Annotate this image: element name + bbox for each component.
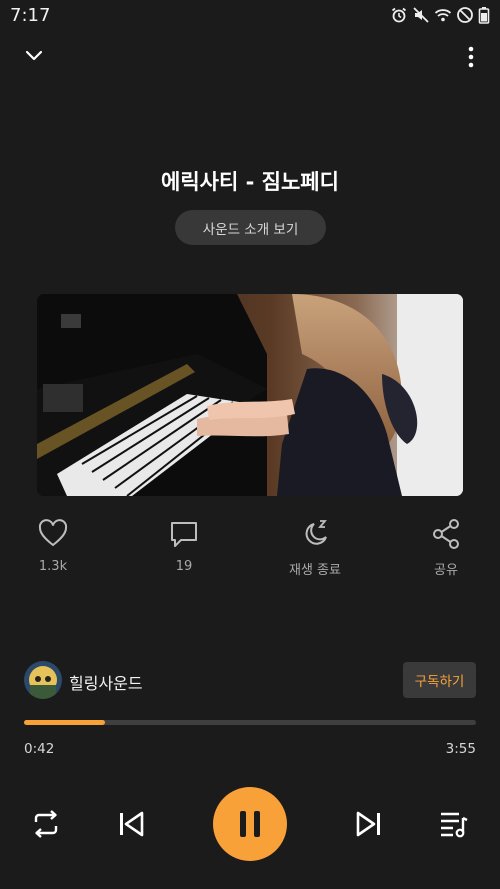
pause-icon [240, 811, 260, 837]
avatar[interactable] [24, 661, 62, 699]
playback-controls [0, 787, 500, 861]
share-button[interactable]: 공유 [401, 518, 491, 578]
video-player[interactable] [37, 294, 463, 496]
status-time: 7:17 [10, 5, 51, 26]
top-bar [0, 40, 500, 74]
status-bar: 7:17 [0, 0, 500, 32]
sleep-timer-button[interactable]: 재생 종료 [270, 518, 360, 578]
skip-previous-icon[interactable] [117, 810, 145, 838]
wifi-icon [434, 6, 452, 24]
playlist-icon[interactable] [439, 810, 469, 838]
total-time: 3:55 [445, 741, 476, 757]
song-title: 에릭사티 - 짐노페디 [161, 170, 339, 194]
pause-button[interactable] [213, 787, 287, 861]
comment-button[interactable]: 19 [139, 518, 229, 574]
elapsed-time: 0:42 [24, 741, 55, 757]
action-bar: 1.3k 19 재생 종료 공유 [0, 518, 500, 580]
skip-next-icon[interactable] [355, 810, 383, 838]
chevron-down-icon[interactable] [22, 46, 46, 66]
alarm-icon [390, 6, 408, 24]
like-button[interactable]: 1.3k [8, 518, 98, 574]
heart-icon [38, 518, 68, 550]
sleep-timer-icon [300, 518, 330, 550]
channel-name[interactable]: 힐링사운드 [69, 670, 143, 694]
piano-performance-image [37, 294, 463, 496]
repeat-icon[interactable] [30, 809, 62, 839]
mute-icon [412, 6, 430, 24]
share-label: 공유 [434, 563, 458, 578]
battery-icon [478, 6, 490, 24]
progress-bar[interactable] [24, 720, 476, 725]
channel-row: 힐링사운드 구독하기 [24, 661, 476, 699]
comment-icon [169, 518, 199, 550]
do-not-disturb-icon [456, 6, 474, 24]
more-vertical-icon[interactable] [466, 45, 476, 69]
sound-intro-button[interactable]: 사운드 소개 보기 [175, 210, 326, 245]
comment-count: 19 [175, 559, 193, 574]
subscribe-button[interactable]: 구독하기 [403, 662, 476, 698]
progress-fill [24, 720, 106, 725]
sleep-timer-label: 재생 종료 [289, 563, 341, 578]
share-icon [431, 518, 461, 550]
status-icons [390, 6, 490, 24]
like-count: 1.3k [38, 559, 68, 574]
